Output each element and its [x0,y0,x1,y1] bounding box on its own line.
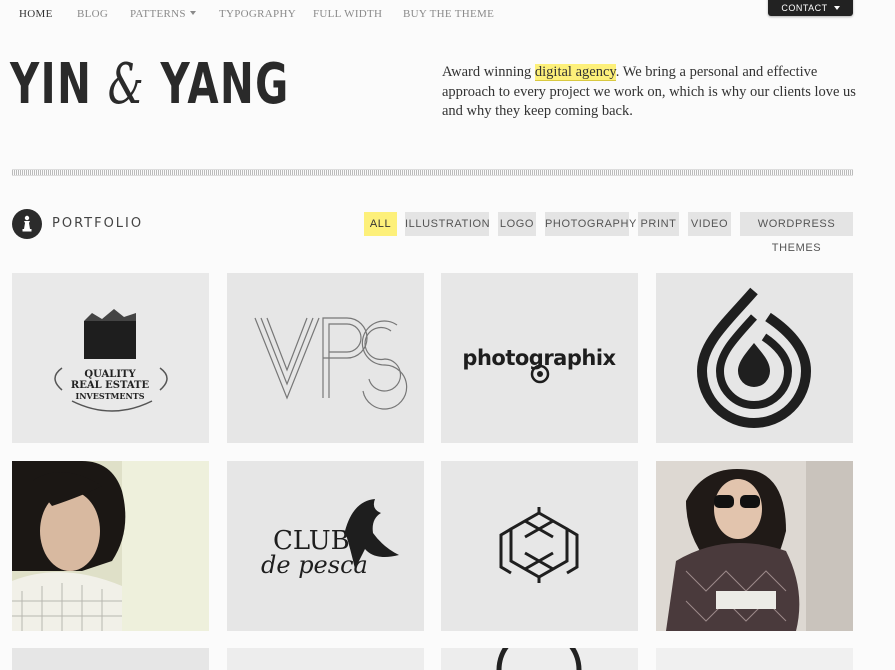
tagline: Award winning digital agency. We bring a… [442,63,857,122]
tagline-pre: Award winning [442,64,535,80]
nav-buy-the-theme[interactable]: BUY THE THEME [403,8,494,20]
section-divider [12,169,853,176]
woman-portrait-photo-icon [12,461,209,631]
quality-real-estate-logo-icon: QUALITY REAL ESTATE INVESTMENTS [12,273,209,443]
drop-ring-logo-icon [656,273,853,443]
portfolio-item-quality-real-estate[interactable]: QUALITY REAL ESTATE INVESTMENTS [12,273,209,443]
filter-photography[interactable]: PHOTOGRAPHY [545,212,636,236]
portfolio-item-drop-ring[interactable] [656,273,853,443]
logo-yin: YIN [10,52,108,117]
portfolio-title: PORTFOLIO [52,216,144,231]
portfolio-item-geometric-cube[interactable] [441,461,638,631]
geometric-cube-knot-icon [441,461,638,631]
portfolio-item-row3-2[interactable] [227,648,424,670]
portfolio-chess-icon [12,209,42,239]
portfolio-item-row3-1[interactable] [12,648,209,670]
contact-button[interactable]: CONTACT [768,0,853,16]
nav-full-width[interactable]: FULL WIDTH [313,8,382,20]
chevron-down-icon [833,6,840,10]
filter-illustration[interactable]: ILLUSTRATION [405,212,490,236]
logo-yang: YANG [145,52,290,117]
portfolio-item-club-de-pesca[interactable]: CLUB de pesca [227,461,424,631]
portfolio-item-row3-3[interactable] [441,648,638,670]
club-de-pesca-logo-icon: CLUB de pesca [227,461,424,631]
filter-all[interactable]: ALL [364,212,397,236]
portfolio-item-photographix[interactable]: photographix [441,273,638,443]
main-nav: HOME BLOG PATTERNS TYPOGRAPHY FULL WIDTH… [0,0,895,30]
real-estate-text: REAL ESTATE [71,380,150,391]
nav-typography[interactable]: TYPOGRAPHY [219,8,296,20]
sunglasses-woman-photo-icon [656,461,853,631]
quality-text: QUALITY [84,369,136,380]
site-logo[interactable]: YIN & YANG [10,52,290,117]
chevron-down-icon [189,11,196,15]
filter-logo[interactable]: LOGO [498,212,536,236]
portfolio-item-woman-portrait[interactable] [12,461,209,631]
filter-print[interactable]: PRINT [638,212,679,236]
investments-text: INVESTMENTS [75,391,144,401]
nav-home[interactable]: HOME [19,8,53,20]
nav-blog[interactable]: BLOG [77,8,108,20]
logo-ampersand: & [107,52,146,117]
portfolio-item-vps[interactable] [227,273,424,443]
filter-wordpress-themes[interactable]: WORDPRESS THEMES [740,212,853,254]
nav-patterns[interactable]: PATTERNS [130,8,196,20]
nav-patterns-label: PATTERNS [130,8,186,20]
contact-label: CONTACT [781,3,828,13]
portfolio-item-sunglasses-woman[interactable] [656,461,853,631]
tagline-highlight: digital agency [534,64,616,81]
portfolio-item-row3-4[interactable] [656,648,853,670]
vps-striped-logo-icon [227,273,424,443]
filter-video[interactable]: VIDEO [688,212,731,236]
round-logo-partial-icon [496,648,582,670]
photographix-logo-icon: photographix [441,273,638,443]
